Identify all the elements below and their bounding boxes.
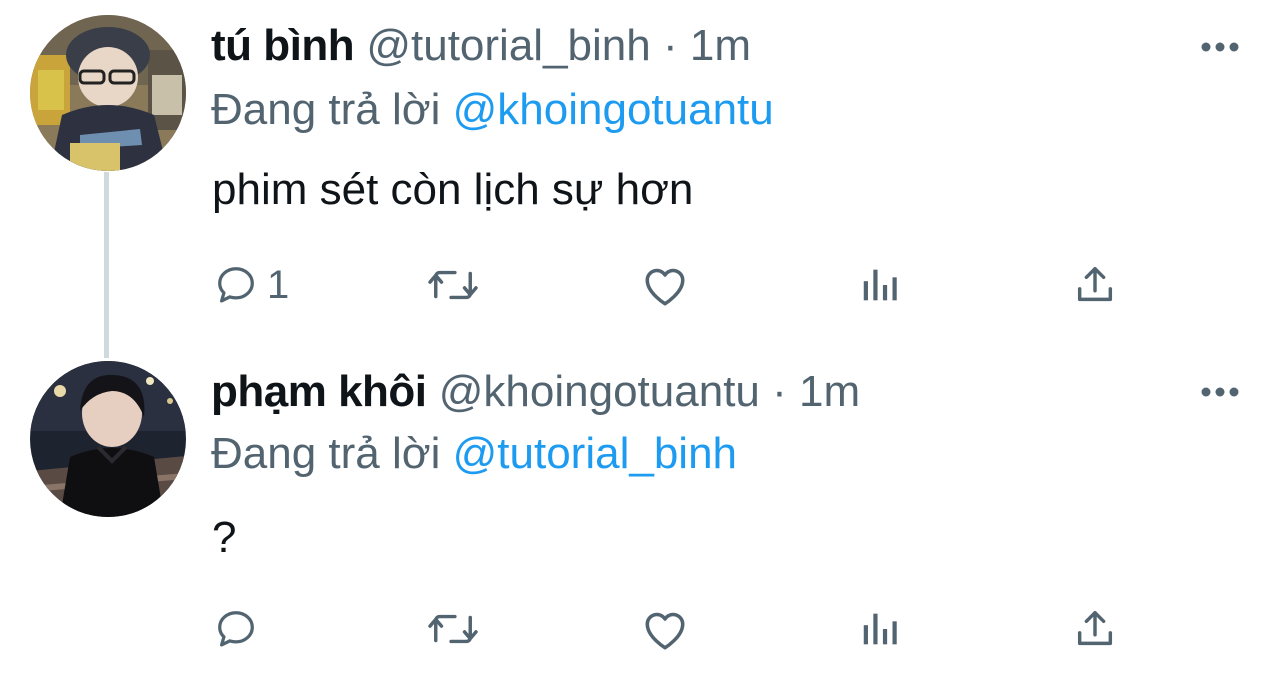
like-icon	[645, 612, 685, 650]
replying-to-line: Đang trả lời @khoingotuantu	[211, 80, 774, 140]
retweet-button[interactable]	[424, 262, 482, 308]
views-icon	[863, 613, 897, 645]
avatar[interactable]	[30, 15, 186, 171]
share-button[interactable]	[1072, 606, 1118, 652]
timestamp[interactable]: 1m	[690, 21, 751, 70]
replying-to-prefix: Đang trả lời	[211, 429, 441, 478]
user-handle[interactable]: @khoingotuantu	[439, 367, 760, 416]
replying-to-line: Đang trả lời @tutorial_binh	[211, 424, 737, 484]
reply-icon	[218, 267, 254, 303]
like-button[interactable]	[640, 606, 690, 652]
avatar-photo	[30, 15, 186, 171]
reply-count: 1	[267, 263, 290, 307]
replying-to-prefix: Đang trả lời	[211, 85, 441, 134]
more-icon[interactable]	[1196, 37, 1244, 57]
share-button[interactable]	[1072, 262, 1118, 308]
retweet-icon	[428, 614, 478, 644]
retweet-icon	[428, 270, 478, 300]
retweet-button[interactable]	[424, 606, 482, 652]
share-icon	[1077, 610, 1113, 646]
avatar-photo	[30, 361, 186, 517]
views-icon	[863, 269, 897, 301]
display-name[interactable]: tú bình	[211, 21, 355, 70]
views-button[interactable]	[858, 606, 904, 652]
display-name[interactable]: phạm khôi	[211, 367, 427, 416]
more-icon[interactable]	[1196, 382, 1244, 402]
reply-button[interactable]	[213, 606, 267, 652]
tweet-header: tú bình @tutorial_binh · 1m	[211, 16, 751, 76]
views-button[interactable]	[858, 262, 904, 308]
share-icon	[1077, 266, 1113, 302]
like-button[interactable]	[640, 262, 690, 308]
tweet[interactable]: phạm khôi @khoingotuantu · 1m Đang trả l…	[0, 345, 1284, 675]
timestamp[interactable]: 1m	[799, 367, 860, 416]
reply-icon	[218, 611, 254, 647]
tweet-header: phạm khôi @khoingotuantu · 1m	[211, 362, 860, 422]
tweet-text: phim sét còn lịch sự hơn	[212, 165, 694, 214]
replying-to-mention[interactable]: @khoingotuantu	[453, 85, 774, 134]
tweet-text: ?	[212, 513, 237, 562]
separator-dot: ·	[772, 367, 787, 416]
separator-dot: ·	[662, 21, 678, 70]
user-handle[interactable]: @tutorial_binh	[366, 21, 650, 70]
tweet[interactable]: tú bình @tutorial_binh · 1m Đang trả lời…	[0, 0, 1284, 345]
like-icon	[645, 268, 685, 306]
avatar[interactable]	[30, 361, 186, 517]
replying-to-mention[interactable]: @tutorial_binh	[453, 429, 737, 478]
reply-button[interactable]: 1	[213, 262, 289, 308]
